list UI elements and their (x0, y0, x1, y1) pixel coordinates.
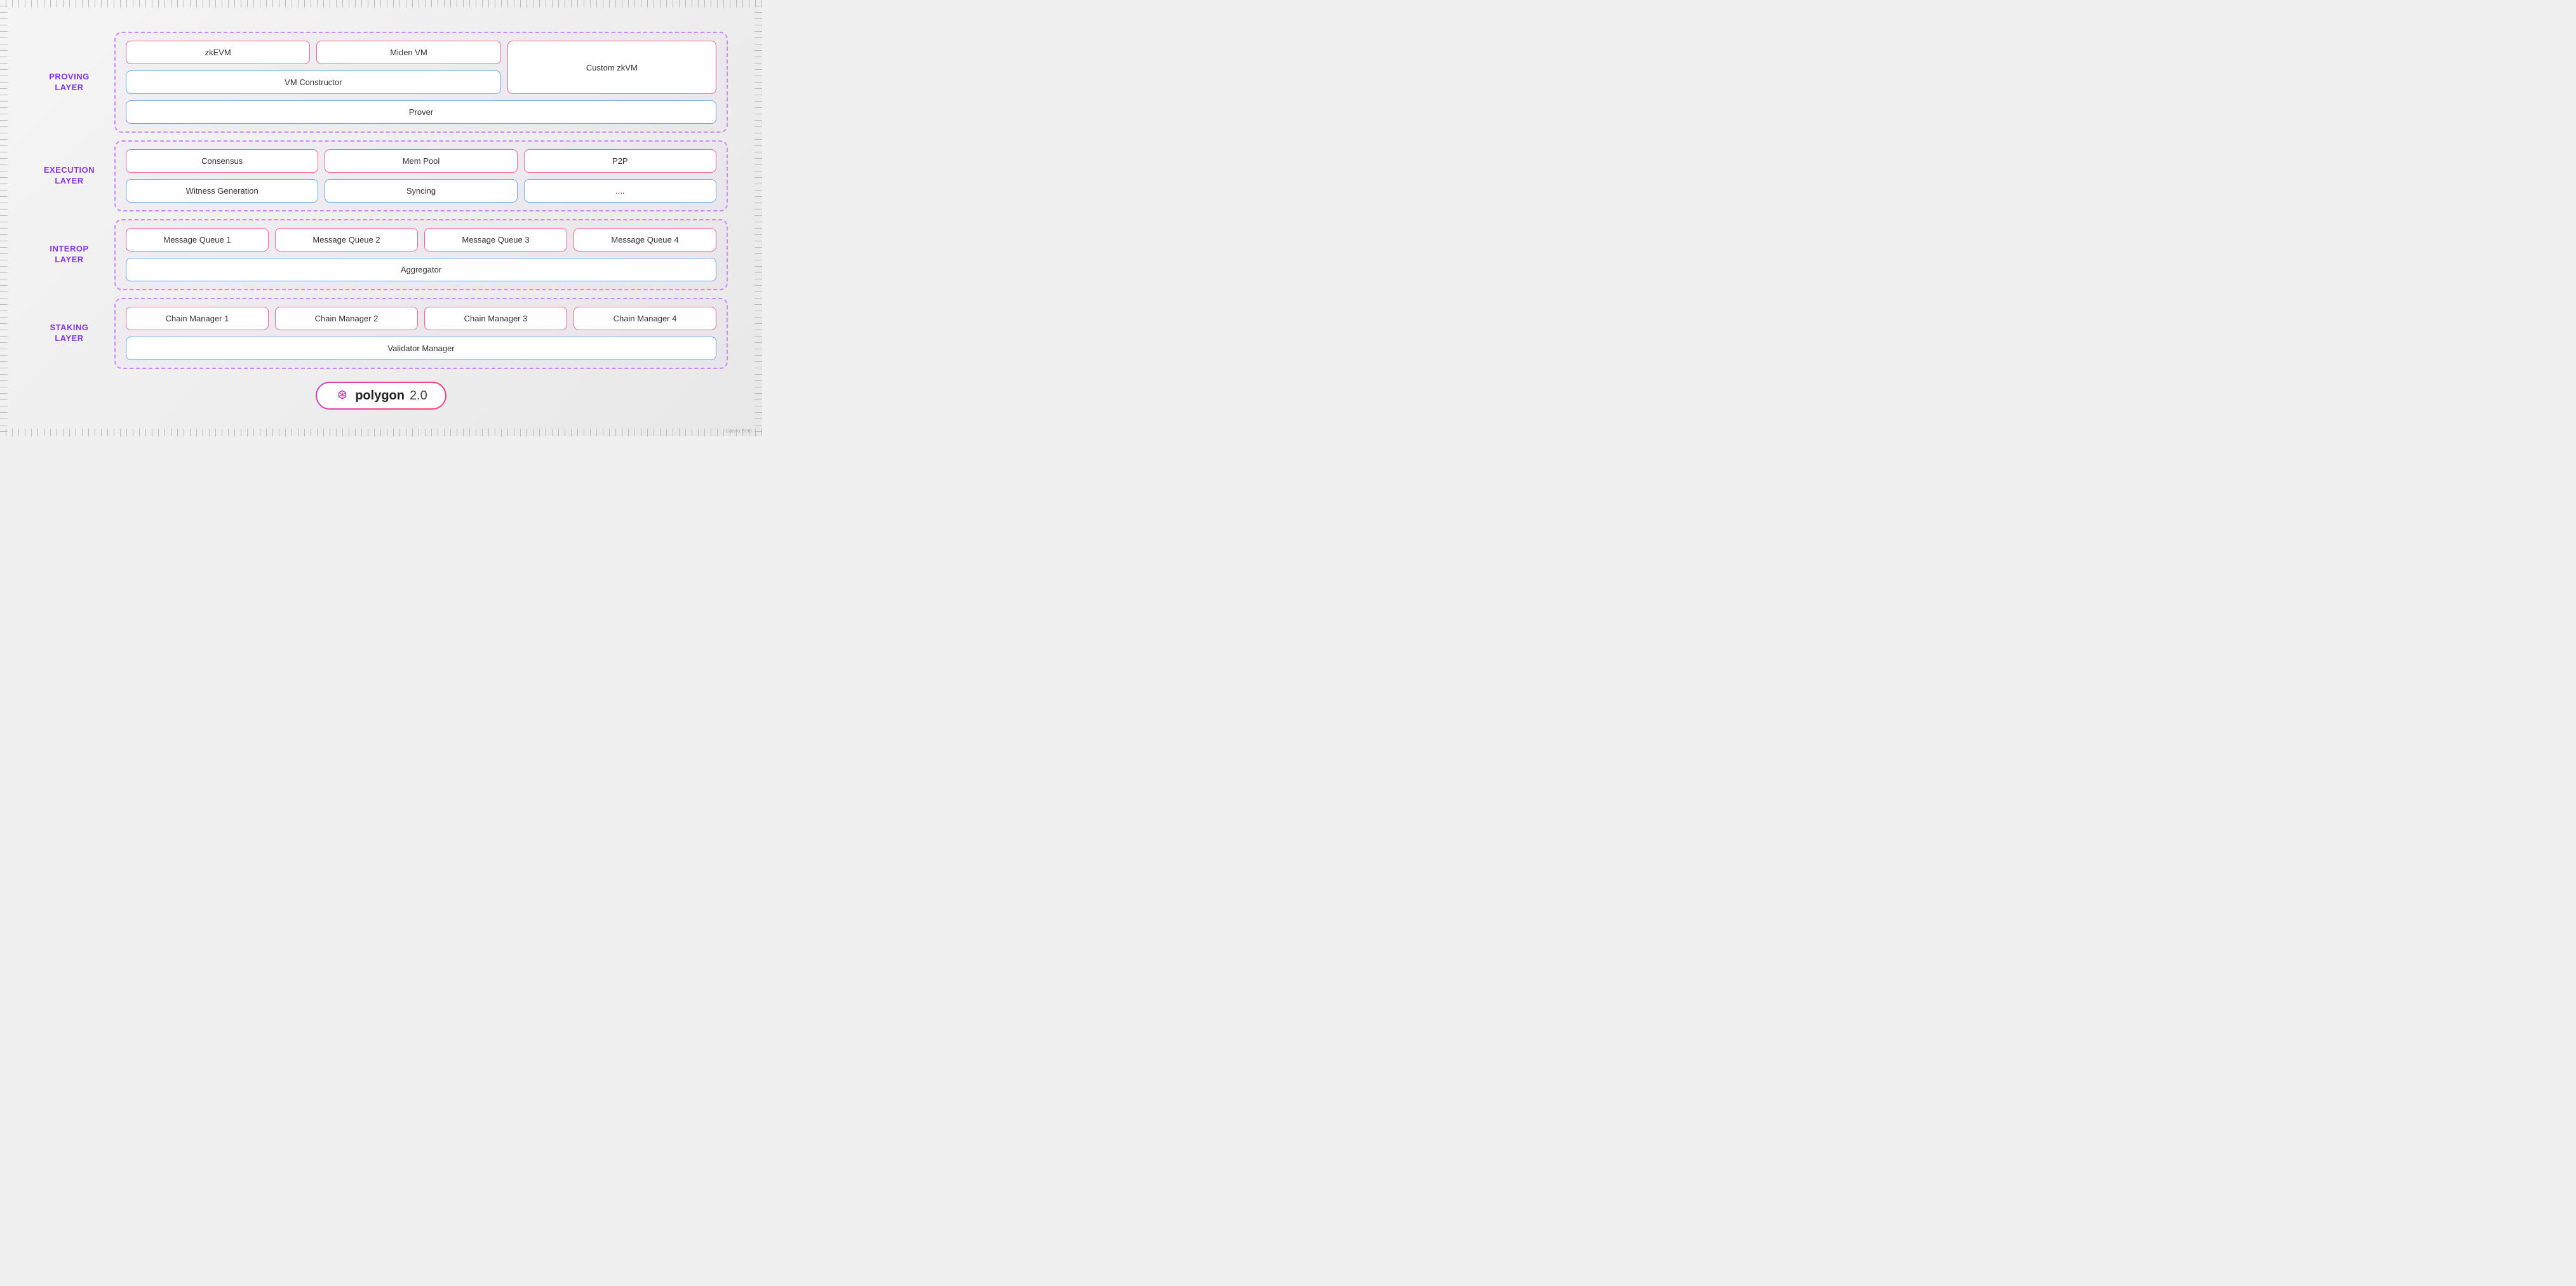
message-queue-4-component: Message Queue 4 (574, 228, 716, 251)
staking-row1: Chain Manager 1 Chain Manager 2 Chain Ma… (126, 307, 716, 330)
polygon-badge: polygon 2.0 (316, 382, 446, 410)
execution-layer-box: Consensus Mem Pool P2P Witness Generatio… (114, 140, 728, 211)
chain-manager-3-component: Chain Manager 3 (424, 307, 567, 330)
diagram-content: PROVING LAYER zkEVM Miden VM VM Construc… (34, 20, 728, 410)
interop-layer-box: Message Queue 1 Message Queue 2 Message … (114, 219, 728, 290)
ruler-top (0, 0, 762, 8)
execution-row2: Witness Generation Syncing .... (126, 179, 716, 203)
proving-row3: Prover (126, 100, 716, 124)
mem-pool-component: Mem Pool (325, 149, 517, 173)
interop-row1: Message Queue 1 Message Queue 2 Message … (126, 228, 716, 251)
staking-row2: Validator Manager (126, 337, 716, 360)
ellipsis-component: .... (524, 179, 716, 203)
staking-layer-row: STAKING LAYER Chain Manager 1 Chain Mana… (34, 298, 728, 369)
syncing-component: Syncing (325, 179, 517, 203)
miden-vm-component: Miden VM (316, 41, 500, 64)
proving-layer-row: PROVING LAYER zkEVM Miden VM VM Construc… (34, 32, 728, 133)
execution-layer-label: EXECUTION LAYER (34, 165, 104, 187)
vm-constructor-component: VM Constructor (126, 70, 501, 94)
staking-layer-box: Chain Manager 1 Chain Manager 2 Chain Ma… (114, 298, 728, 369)
ruler-bottom (0, 429, 762, 436)
proving-layer-label: PROVING LAYER (34, 72, 104, 93)
layers-container: PROVING LAYER zkEVM Miden VM VM Construc… (34, 20, 728, 369)
message-queue-3-component: Message Queue 3 (424, 228, 567, 251)
witness-gen-component: Witness Generation (126, 179, 318, 203)
consensus-component: Consensus (126, 149, 318, 173)
chain-manager-4-component: Chain Manager 4 (574, 307, 716, 330)
interop-layer-row: INTEROP LAYER Message Queue 1 Message Qu… (34, 219, 728, 290)
interop-layer-label: INTEROP LAYER (34, 244, 104, 265)
p2p-component: P2P (524, 149, 716, 173)
execution-row1: Consensus Mem Pool P2P (126, 149, 716, 173)
message-queue-2-component: Message Queue 2 (275, 228, 418, 251)
proving-row1: zkEVM Miden VM (126, 41, 501, 64)
badge-row: polygon 2.0 (34, 382, 728, 410)
prover-component: Prover (126, 100, 716, 124)
ruler-left (0, 0, 8, 436)
ruler-right (755, 0, 762, 436)
polygon-version-text: 2.0 (410, 389, 427, 403)
message-queue-1-component: Message Queue 1 (126, 228, 269, 251)
chain-manager-2-component: Chain Manager 2 (275, 307, 418, 330)
staking-layer-label: STAKING LAYER (34, 323, 104, 344)
interop-row2: Aggregator (126, 258, 716, 281)
custom-zkvm-component: Custom zkVM (507, 41, 716, 94)
chain-manager-1-component: Chain Manager 1 (126, 307, 269, 330)
watermark-text: Canva Beto (725, 428, 752, 434)
proving-layer-box: zkEVM Miden VM VM Constructor Custom zkV… (114, 32, 728, 133)
aggregator-component: Aggregator (126, 258, 716, 281)
canvas: PROVING LAYER zkEVM Miden VM VM Construc… (0, 0, 762, 436)
proving-row2: VM Constructor (126, 70, 501, 94)
polygon-logo-text: polygon (355, 389, 405, 403)
execution-layer-row: EXECUTION LAYER Consensus Mem Pool P2P W… (34, 140, 728, 211)
polygon-logo-icon (335, 388, 350, 403)
proving-left-section: zkEVM Miden VM VM Constructor (126, 41, 501, 94)
proving-top-section: zkEVM Miden VM VM Constructor Custom zkV… (126, 41, 716, 94)
validator-manager-component: Validator Manager (126, 337, 716, 360)
zkevm-component: zkEVM (126, 41, 310, 64)
